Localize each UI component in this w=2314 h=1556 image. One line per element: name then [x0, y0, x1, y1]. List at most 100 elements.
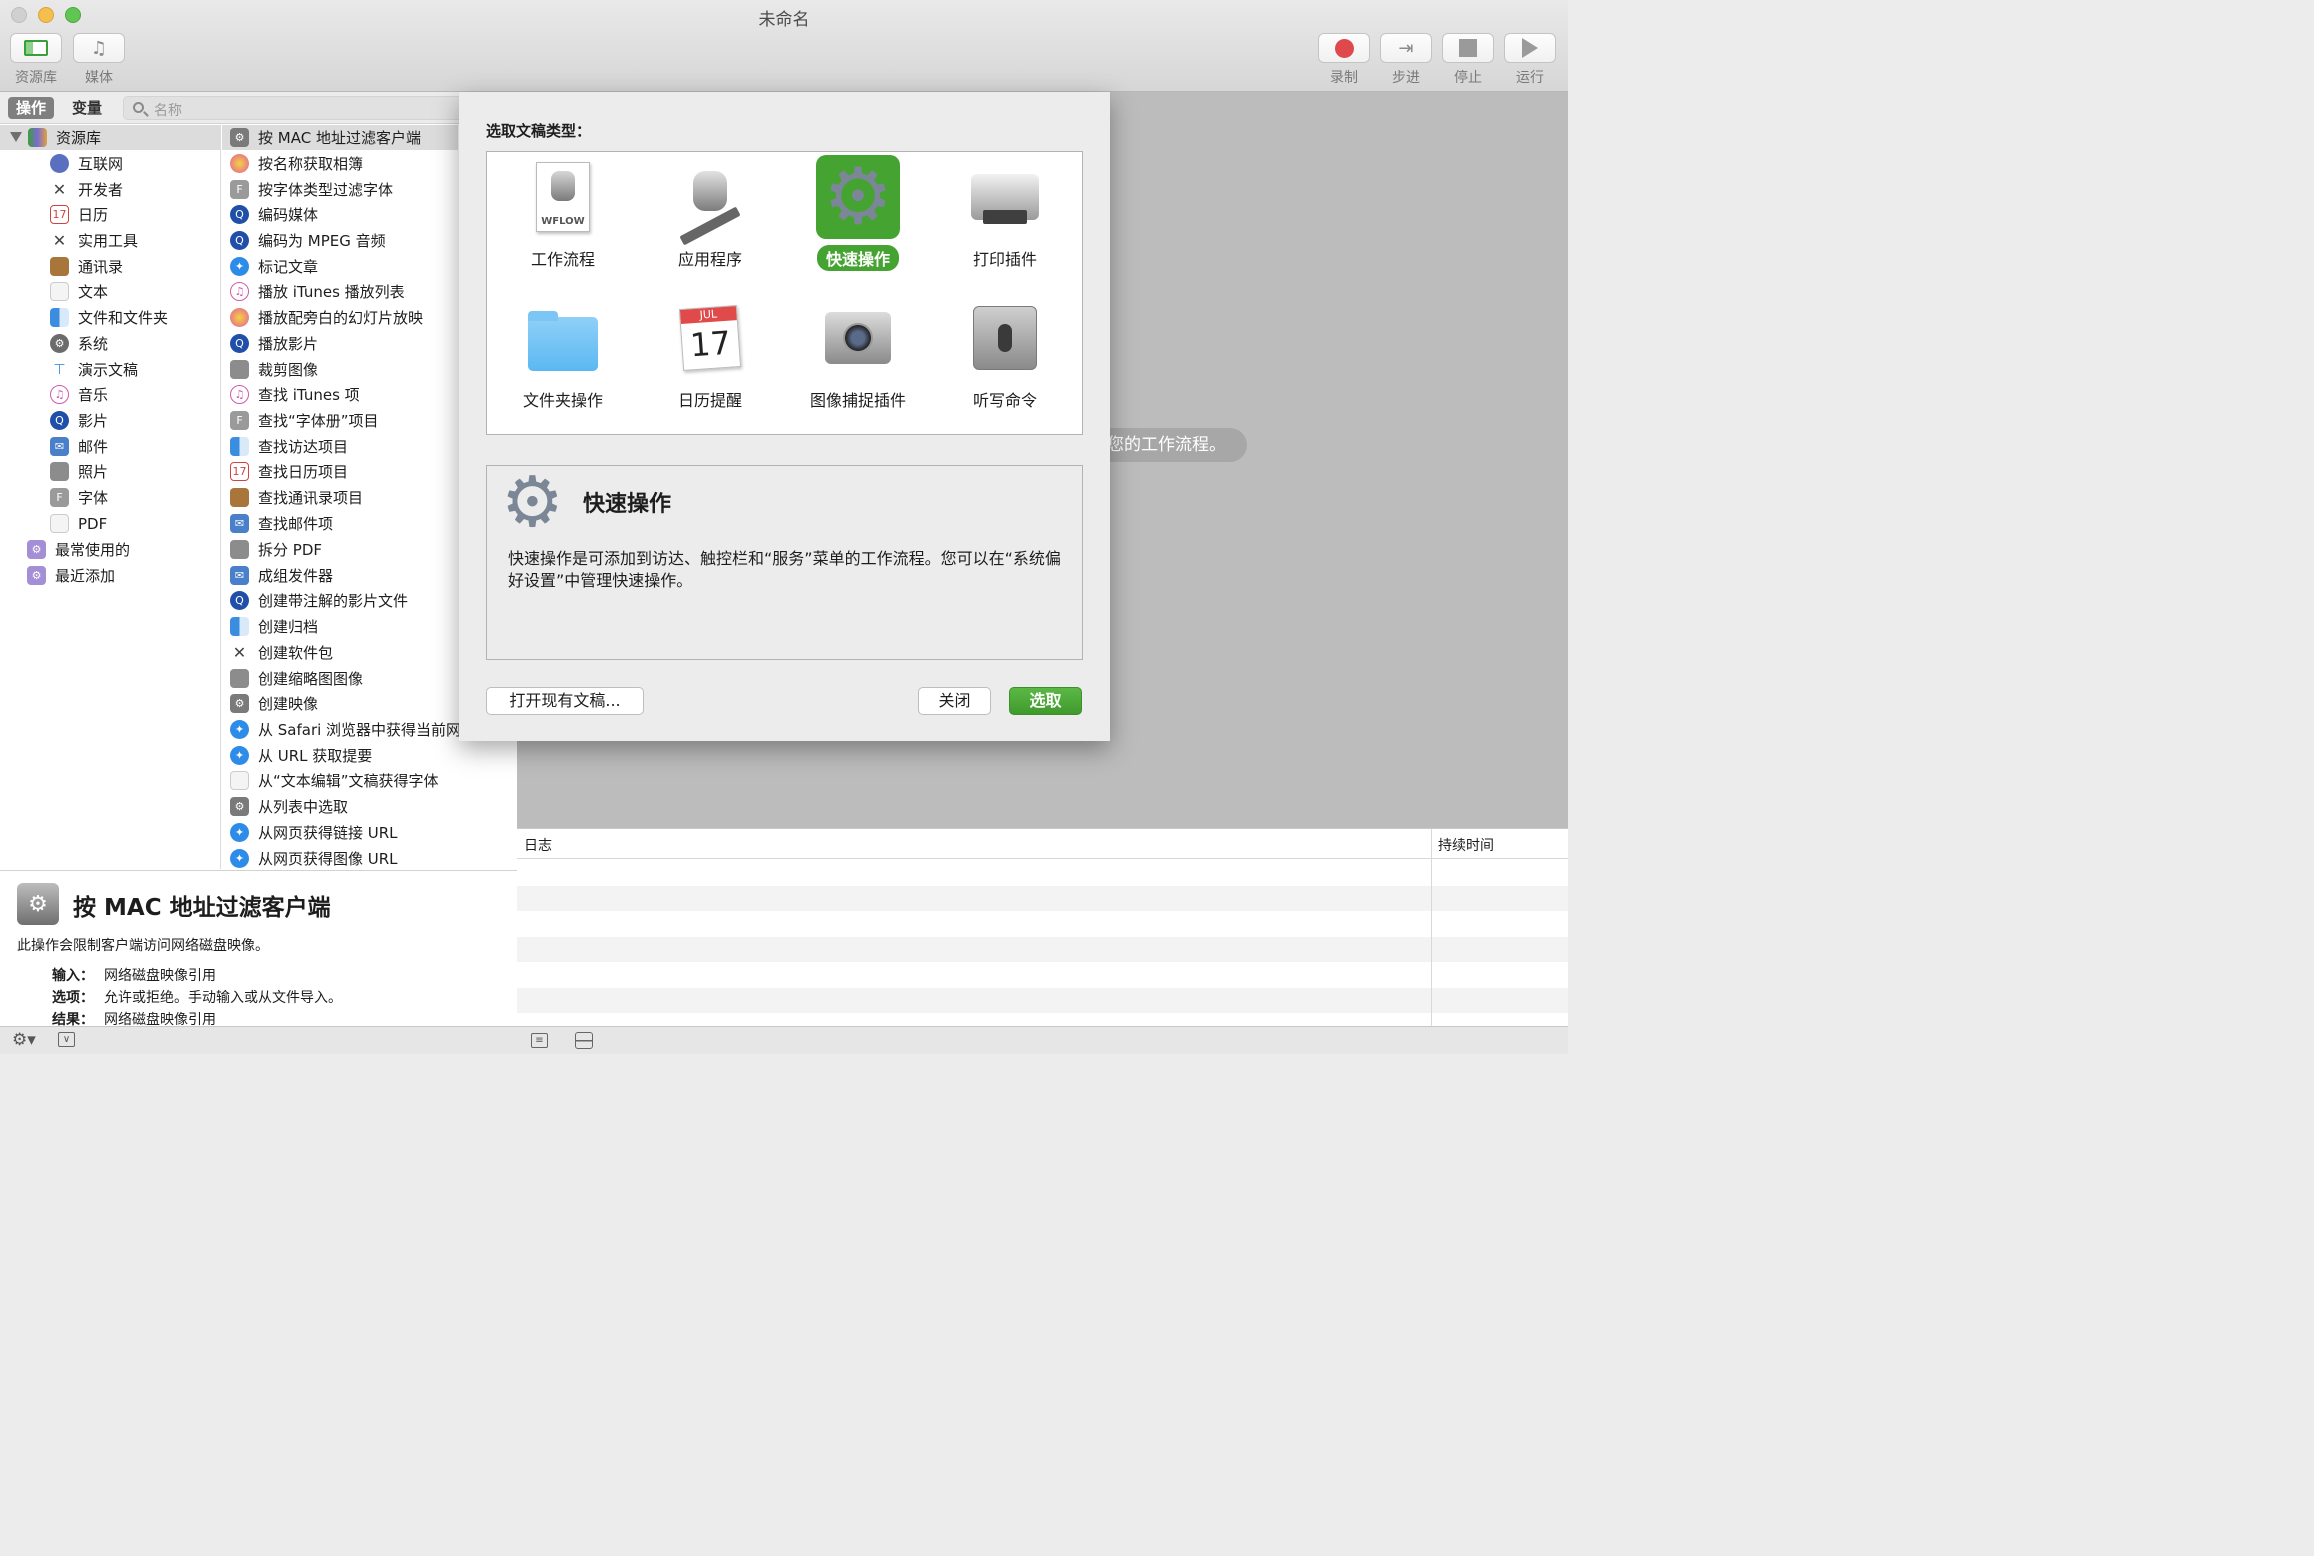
library-item[interactable]: F 字体	[50, 485, 108, 510]
action-item[interactable]: ♫ 播放 iTunes 播放列表	[230, 279, 405, 304]
action-item[interactable]: Q 编码媒体	[230, 202, 318, 227]
action-item[interactable]: Q 创建带注解的影片文件	[230, 588, 408, 613]
action-item[interactable]: Q 编码为 MPEG 音频	[230, 228, 386, 253]
action-item[interactable]: 创建归档	[230, 614, 318, 639]
action-item[interactable]: ✦ 从 Safari 浏览器中获得当前网	[230, 717, 461, 742]
media-button[interactable]: ♫	[73, 33, 125, 63]
quicktime-icon: Q	[230, 231, 249, 250]
action-item[interactable]: ⚙ 按 MAC 地址过滤客户端	[222, 125, 458, 150]
smart-folder-icon: ⚙	[27, 566, 46, 585]
library-item[interactable]: 文件和文件夹	[50, 305, 168, 330]
library-toggle-button[interactable]	[10, 33, 62, 63]
library-item[interactable]: ✕ 开发者	[50, 177, 123, 202]
media-label: 媒体	[85, 70, 113, 86]
action-item[interactable]: Q 播放影片	[230, 331, 318, 356]
open-existing-document-button[interactable]: 打开现有文稿...	[486, 687, 644, 715]
action-item[interactable]: ♫ 查找 iTunes 项	[230, 382, 360, 407]
library-item[interactable]: ⚙ 系统	[50, 331, 108, 356]
doc-type-label: 听写命令	[972, 391, 1037, 410]
action-item[interactable]: 播放配旁白的幻灯片放映	[230, 305, 423, 330]
run-icon	[1522, 38, 1538, 58]
doc-type-dictation-command[interactable]: 听写命令	[940, 296, 1070, 412]
gear-menu-icon[interactable]: ⚙▾	[12, 1030, 36, 1050]
stop-button[interactable]	[1442, 33, 1494, 63]
action-item[interactable]: 裁剪图像	[230, 357, 318, 382]
workflow-document-icon: WFLOW	[521, 155, 605, 239]
action-item[interactable]: ✦ 从 URL 获取提要	[230, 743, 372, 768]
action-description-panel: ⚙ 按 MAC 地址过滤客户端 此操作会限制客户端访问网络磁盘映像。 输入： 网络…	[0, 870, 517, 1028]
column-divider[interactable]	[1431, 829, 1432, 1027]
library-item[interactable]: ⊤ 演示文稿	[50, 357, 138, 382]
choose-button[interactable]: 选取	[1009, 687, 1082, 715]
show-description-icon[interactable]: ∨	[58, 1032, 75, 1047]
action-item[interactable]: ⚙ 从列表中选取	[230, 794, 348, 819]
library-item[interactable]: 通讯录	[50, 254, 123, 279]
choose-document-type-sheet: 选取文稿类型： WFLOW 工作流程 应用程序 ⚙ 快速操作 打印插件 文件夹操…	[459, 92, 1110, 741]
library-item[interactable]: 文本	[50, 279, 108, 304]
disclosure-triangle-icon[interactable]	[10, 132, 22, 142]
action-item[interactable]: 查找访达项目	[230, 434, 348, 459]
close-button[interactable]: 关闭	[918, 687, 991, 715]
library-root[interactable]: 资源库	[0, 125, 221, 150]
doc-type-print-plugin[interactable]: 打印插件	[940, 155, 1070, 271]
preview-icon	[230, 360, 249, 379]
library-item[interactable]: 17 日历	[50, 202, 108, 227]
run-button[interactable]	[1504, 33, 1556, 63]
action-item[interactable]: 17 查找日历项目	[230, 459, 348, 484]
doc-type-application[interactable]: 应用程序	[645, 155, 775, 271]
log-row	[517, 988, 1568, 1013]
tab-variables[interactable]: 变量	[64, 97, 110, 119]
library-item[interactable]: ✉ 邮件	[50, 434, 108, 459]
doc-type-calendar-alarm[interactable]: JUL 17 日历提醒	[645, 296, 775, 412]
action-item[interactable]: ⚙ 创建映像	[230, 691, 318, 716]
mail-icon: ✉	[230, 514, 249, 533]
library-item[interactable]: ♫ 音乐	[50, 382, 108, 407]
library-item[interactable]: Q 影片	[50, 408, 108, 433]
action-item[interactable]: 按名称获取相簿	[230, 151, 363, 176]
finder-icon	[230, 617, 249, 636]
action-item[interactable]: 从“文本编辑”文稿获得字体	[230, 768, 439, 793]
library-item[interactable]: 互联网	[50, 151, 123, 176]
action-item[interactable]: 创建缩略图图像	[230, 666, 363, 691]
split-view-icon[interactable]	[575, 1032, 593, 1049]
action-item[interactable]: ✦ 标记文章	[230, 254, 318, 279]
calendar-icon: 17	[230, 462, 249, 481]
doc-type-image-capture-plugin[interactable]: 图像捕捉插件	[793, 296, 923, 412]
tab-actions[interactable]: 操作	[8, 97, 55, 119]
smart-group-item[interactable]: ⚙ 最常使用的	[27, 537, 130, 562]
search-input[interactable]: 名称	[123, 96, 513, 120]
record-button[interactable]	[1318, 33, 1370, 63]
action-item[interactable]: 查找通讯录项目	[230, 485, 363, 510]
action-item[interactable]: ✕ 创建软件包	[230, 640, 333, 665]
wflow-badge: WFLOW	[541, 216, 585, 227]
quicktime-icon: Q	[230, 591, 249, 610]
library-item[interactable]: ✕ 实用工具	[50, 228, 138, 253]
action-item[interactable]: ✦ 从网页获得图像 URL	[230, 846, 398, 869]
action-item[interactable]: F 按字体类型过滤字体	[230, 177, 393, 202]
library-item[interactable]: PDF	[50, 511, 107, 536]
log-column-header[interactable]: 日志	[524, 835, 552, 855]
photos-icon	[230, 308, 249, 327]
action-item[interactable]: F 查找“字体册”项目	[230, 408, 379, 433]
doc-type-folder-action[interactable]: 文件夹操作	[498, 296, 628, 412]
smart-group-item[interactable]: ⚙ 最近添加	[27, 563, 115, 588]
action-item[interactable]: ✉ 查找邮件项	[230, 511, 333, 536]
action-item[interactable]: ✦ 从网页获得链接 URL	[230, 820, 398, 845]
action-input-row: 输入： 网络磁盘映像引用	[52, 968, 216, 984]
step-icon: ⇥	[1398, 37, 1414, 59]
step-label: 步进	[1392, 70, 1420, 86]
doc-type-quick-action[interactable]: ⚙ 快速操作	[793, 155, 923, 271]
action-item[interactable]: ✉ 成组发件器	[230, 563, 333, 588]
action-item[interactable]: 拆分 PDF	[230, 537, 322, 562]
preview-icon	[230, 540, 249, 559]
step-button[interactable]: ⇥	[1380, 33, 1432, 63]
log-header: 日志 持续时间	[517, 829, 1568, 859]
doc-type-workflow[interactable]: WFLOW 工作流程	[498, 155, 628, 271]
duration-column-header[interactable]: 持续时间	[1438, 835, 1494, 855]
developer-tools-icon: ✕	[232, 643, 247, 662]
doc-type-label: 文件夹操作	[522, 391, 603, 410]
list-view-icon[interactable]: ≡	[531, 1033, 548, 1048]
library-item[interactable]: 照片	[50, 459, 108, 484]
calendar-day: 17	[688, 323, 733, 365]
gear-icon: ⚙	[816, 155, 900, 239]
